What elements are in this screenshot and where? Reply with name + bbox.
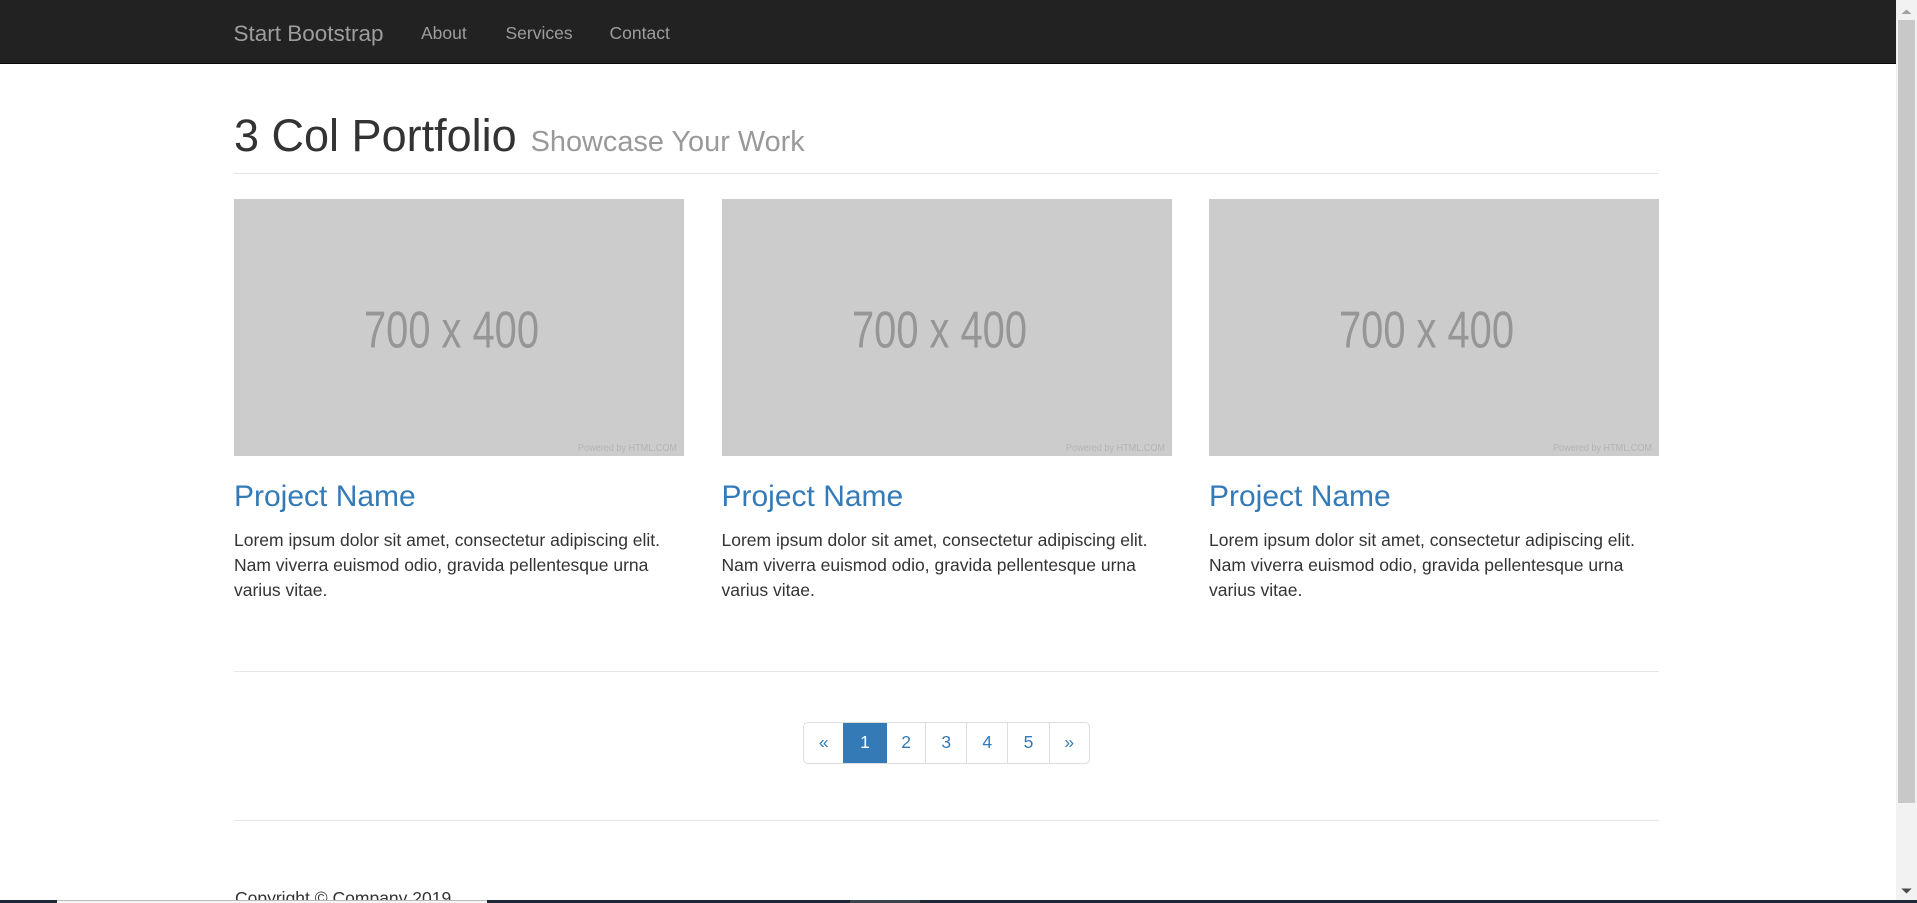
svg-text:Powered by HTML.COM: Powered by HTML.COM xyxy=(1553,442,1652,454)
svg-text:700 x 400: 700 x 400 xyxy=(852,302,1027,360)
svg-text:700 x 400: 700 x 400 xyxy=(364,302,539,360)
svg-text:Powered by HTML.COM: Powered by HTML.COM xyxy=(1066,442,1165,454)
svg-text:700 x 400: 700 x 400 xyxy=(1339,302,1514,360)
svg-text:Powered by HTML.COM: Powered by HTML.COM xyxy=(578,442,677,454)
